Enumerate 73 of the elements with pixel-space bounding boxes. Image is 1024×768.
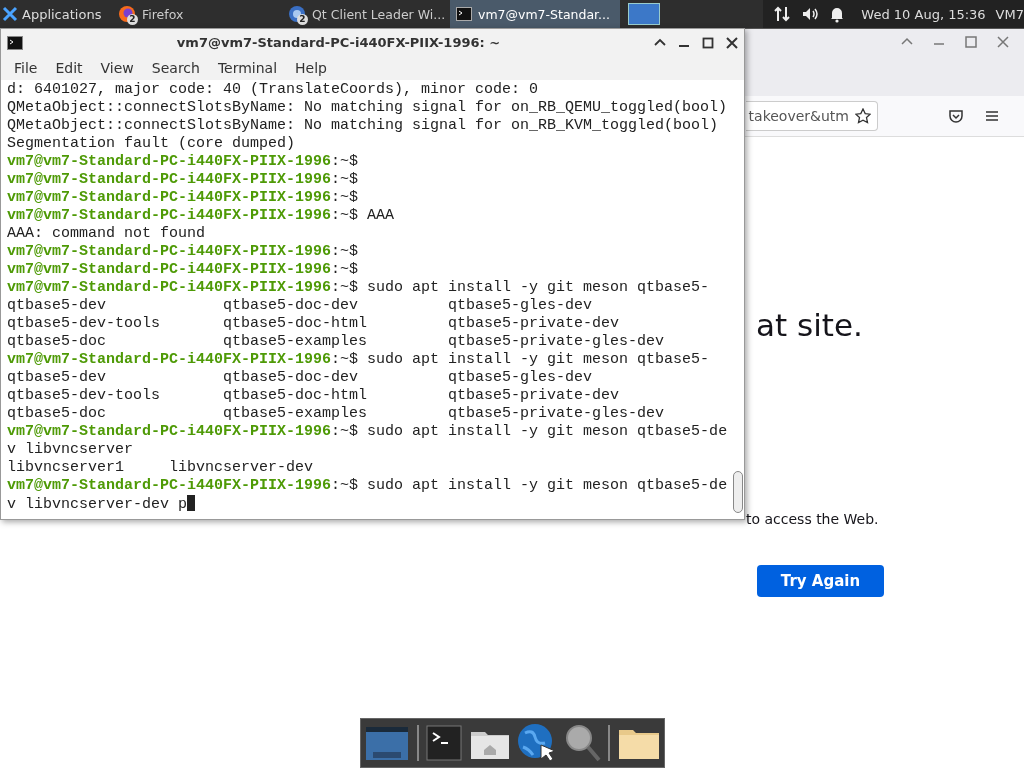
pocket-icon[interactable] [948, 108, 964, 124]
shell-prompt: vm7@vm7-Standard-PC-i440FX-PIIX-1996 [7, 261, 332, 278]
terminal-line: v libvncserver-dev p [7, 496, 188, 513]
bell-icon[interactable] [829, 5, 846, 23]
applications-menu[interactable]: Applications [22, 6, 102, 22]
terminal-line: v libvncserver [7, 441, 134, 458]
terminal-line: :~$ sudo apt install -y git meson qtbase5-de [331, 477, 728, 494]
terminal-line: :~$ [331, 189, 359, 206]
terminal-line: qtbase5-dev qtbase5-doc-dev qtbase5-gles-dev [7, 297, 593, 314]
taskbar-button[interactable]: 2 Qt Client Leader Wi... [282, 0, 450, 28]
shell-prompt: vm7@vm7-Standard-PC-i440FX-PIIX-1996 [7, 423, 332, 440]
address-field[interactable]: takeover&utm [746, 101, 878, 131]
error-message: to access the Web. [746, 511, 880, 527]
globe-icon [288, 5, 306, 23]
terminal-line: :~$ AAA [331, 207, 395, 224]
terminal-icon[interactable] [426, 725, 463, 761]
terminal-line: :~$ sudo apt install -y git meson qtbase5- [331, 351, 710, 368]
terminal-line: QMetaObject::connectSlotsByName: No matching signal for on_RB_QEMU_toggled(bool) [7, 99, 728, 116]
taskbar-button[interactable]: vm7@vm7-Standar... [450, 0, 620, 28]
terminal-line: Segmentation fault (core dumped) [7, 135, 296, 152]
terminal-line: :~$ sudo apt install -y git meson qtbase5-de [331, 423, 728, 440]
network-icon[interactable] [773, 5, 792, 23]
try-again-button[interactable]: Try Again [757, 565, 884, 597]
menu-item[interactable]: Terminal [208, 60, 287, 76]
terminal-line: :~$ [331, 153, 359, 170]
terminal-line: qtbase5-dev-tools qtbase5-doc-html qtbase5-private-dev [7, 387, 620, 404]
shell-prompt: vm7@vm7-Standard-PC-i440FX-PIIX-1996 [7, 207, 332, 224]
terminal-line: :~$ sudo apt install -y git meson qtbase5- [331, 279, 710, 296]
menu-item[interactable]: Search [142, 60, 209, 76]
clock[interactable]: Wed 10 Aug, 15:36 [861, 6, 986, 22]
fox-icon [118, 5, 136, 23]
terminal-line: d: 6401027, major code: 40 (TranslateCoords), minor code: 0 [7, 81, 539, 98]
shell-prompt: vm7@vm7-Standard-PC-i440FX-PIIX-1996 [7, 279, 332, 296]
count-badge: 2 [127, 14, 138, 25]
workspace-switcher[interactable] [628, 3, 660, 25]
maximize-icon[interactable] [702, 36, 714, 49]
user-name[interactable]: VM7 [995, 6, 1024, 22]
menu-item[interactable]: Edit [46, 60, 92, 76]
shell-prompt: vm7@vm7-Standard-PC-i440FX-PIIX-1996 [7, 189, 332, 206]
terminal-line: qtbase5-doc qtbase5-examples qtbase5-private-gles-dev [7, 333, 665, 350]
search-icon[interactable] [564, 724, 601, 762]
shell-prompt: vm7@vm7-Standard-PC-i440FX-PIIX-1996 [7, 477, 332, 494]
shell-prompt: vm7@vm7-Standard-PC-i440FX-PIIX-1996 [7, 171, 332, 188]
terminal-line: :~$ [331, 171, 359, 188]
menu-item[interactable]: Help [286, 60, 336, 76]
close-icon[interactable] [726, 36, 738, 49]
taskbar-button[interactable]: 2 Firefox [112, 0, 282, 28]
terminal-line: qtbase5-dev-tools qtbase5-doc-html qtbase5-private-dev [7, 315, 620, 332]
terminal-line: qtbase5-dev qtbase5-doc-dev qtbase5-gles-dev [7, 369, 593, 386]
shell-prompt: vm7@vm7-Standard-PC-i440FX-PIIX-1996 [7, 243, 332, 260]
shell-prompt: vm7@vm7-Standard-PC-i440FX-PIIX-1996 [7, 153, 332, 170]
window-title: vm7@vm7-Standard-PC-i440FX-PIIX-1996: ~ [175, 35, 502, 50]
menu-item[interactable]: File [5, 60, 47, 76]
shell-prompt: vm7@vm7-Standard-PC-i440FX-PIIX-1996 [7, 351, 332, 368]
terminal-line: AAA: command not found [7, 225, 206, 242]
task-label: Qt Client Leader Wi... [312, 6, 446, 22]
star-icon[interactable] [855, 108, 871, 124]
desktop-icon[interactable] [365, 725, 409, 761]
terminal-icon [456, 7, 472, 21]
menu-item[interactable]: View [91, 60, 143, 76]
terminal-line: libvncserver1 libvncserver-dev [7, 459, 314, 476]
terminal-line: :~$ [331, 261, 359, 278]
count-badge: 2 [297, 14, 308, 25]
terminal-line: QMetaObject::connectSlotsByName: No matching signal for on_RB_KVM_toggled(bool) [7, 117, 719, 134]
task-label: vm7@vm7-Standar... [478, 6, 610, 22]
terminal-line: qtbase5-doc qtbase5-examples qtbase5-private-gles-dev [7, 405, 665, 422]
menu-icon[interactable] [984, 108, 1000, 124]
scrollbar-thumb[interactable] [733, 471, 743, 513]
task-label: Firefox [142, 6, 184, 22]
error-heading: at site. [756, 307, 864, 343]
terminal-icon [7, 35, 23, 50]
x-logo-icon [2, 6, 18, 22]
terminal-line: :~$ [331, 243, 359, 260]
